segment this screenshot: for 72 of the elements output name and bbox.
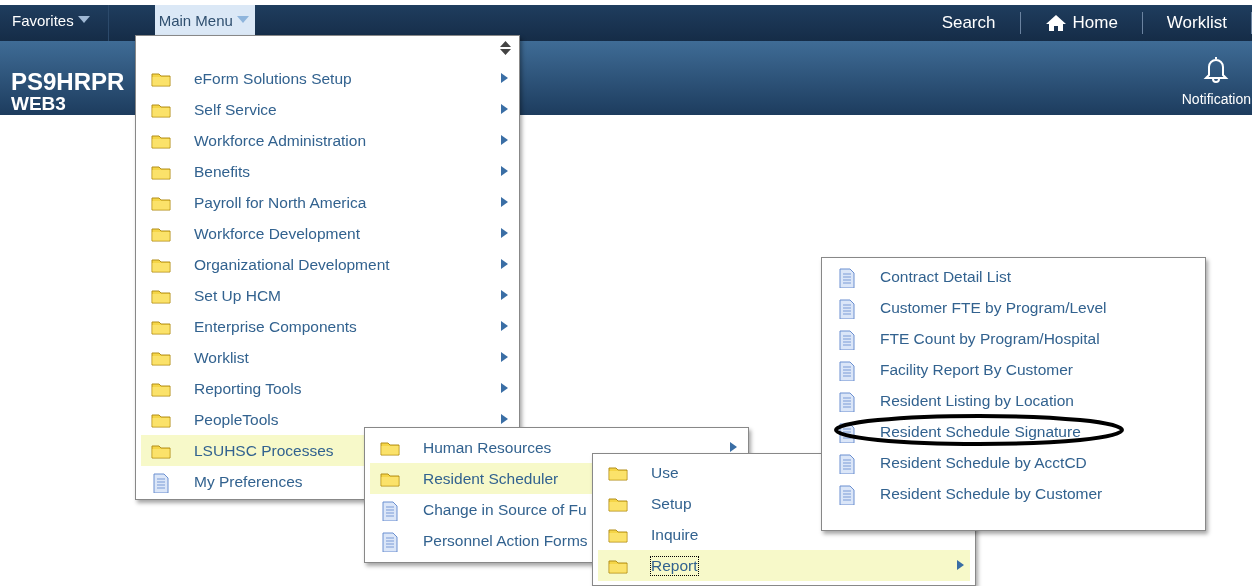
menu-item-label: FTE Count by Program/Hospital: [880, 329, 1100, 348]
caret-icon: [236, 16, 249, 24]
nav-link[interactable]: Home: [1019, 12, 1142, 34]
menu-item-label: Setup: [651, 494, 692, 513]
menu-item[interactable]: Self Service: [141, 94, 514, 125]
notification-label[interactable]: Notification: [1181, 91, 1251, 107]
menu-dropdown-button[interactable]: Main Menu: [154, 5, 255, 35]
menu-item-label: Reporting Tools: [194, 379, 302, 398]
caret-icon: [77, 16, 90, 24]
menu-item[interactable]: Resident Listing by Location: [827, 385, 1200, 416]
system-title: PS9HRPR: [11, 70, 125, 94]
menu-item-label: Enterprise Components: [194, 317, 357, 336]
document-icon: [837, 358, 857, 381]
menu-item-label: Organizational Development: [194, 255, 390, 274]
menu-item-label: Contract Detail List: [880, 267, 1011, 286]
menu-item-label: Workforce Development: [194, 224, 360, 243]
menu-item-label: eForm Solutions Setup: [194, 69, 352, 88]
menu-item-label: Resident Schedule Signature: [880, 422, 1081, 441]
menu-item[interactable]: Resident Schedule by AcctCD: [827, 447, 1200, 478]
menu-item-label: Use: [651, 463, 679, 482]
system-subtitle: WEB3: [11, 94, 67, 113]
menu-item[interactable]: Report: [598, 550, 970, 581]
document-icon: [380, 529, 400, 552]
menu-item[interactable]: Contract Detail List: [827, 261, 1200, 292]
menu-item-label: PeopleTools: [194, 410, 279, 429]
menu-item[interactable]: PeopleTools: [141, 404, 514, 435]
menu-item[interactable]: Organizational Development: [141, 249, 514, 280]
document-icon: [837, 482, 857, 505]
document-icon: [837, 265, 857, 288]
menu-item-label: Worklist: [194, 348, 249, 367]
nav-link[interactable]: Search: [917, 12, 1020, 34]
menu-item[interactable]: Customer FTE by Program/Level: [827, 292, 1200, 323]
menu-item-label: Resident Listing by Location: [880, 391, 1074, 410]
menu-item[interactable]: Worklist: [141, 342, 514, 373]
menu-item[interactable]: eForm Solutions Setup: [141, 63, 514, 94]
menu-item-label: Resident Scheduler: [423, 469, 559, 488]
menu-item[interactable]: Resident Schedule by Customer: [827, 478, 1200, 509]
menu-item-label: Inquire: [651, 525, 699, 544]
menu-item-label: Benefits: [194, 162, 250, 181]
menu-item[interactable]: Workforce Development: [141, 218, 514, 249]
menu-item-label: Workforce Administration: [194, 131, 366, 150]
document-icon: [837, 451, 857, 474]
menu-item[interactable]: Enterprise Components: [141, 311, 514, 342]
menu-item-label: Resident Schedule by AcctCD: [880, 453, 1087, 472]
menu-item[interactable]: Reporting Tools: [141, 373, 514, 404]
menu-item-label: Facility Report By Customer: [880, 360, 1073, 379]
menu-item[interactable]: Facility Report By Customer: [827, 354, 1200, 385]
menu-item[interactable]: Workforce Administration: [141, 125, 514, 156]
document-icon: [837, 296, 857, 319]
menu-item[interactable]: FTE Count by Program/Hospital: [827, 323, 1200, 354]
menu-item-label: Set Up HCM: [194, 286, 281, 305]
document-icon: [151, 470, 171, 493]
menu-item[interactable]: Benefits: [141, 156, 514, 187]
menu-item-label: Resident Schedule by Customer: [880, 484, 1103, 503]
menu-item[interactable]: Set Up HCM: [141, 280, 514, 311]
document-icon: [380, 498, 400, 521]
document-icon: [837, 327, 857, 350]
menu-item[interactable]: Resident Schedule Signature: [827, 416, 1200, 447]
bell-icon[interactable]: [1203, 55, 1230, 83]
menu-item-label: Change in Source of Fu: [423, 500, 587, 519]
menu-item[interactable]: Inquire: [598, 519, 970, 550]
menu-item-label: Payroll for North America: [194, 193, 367, 212]
menu-item-label: LSUHSC Processes: [194, 441, 334, 460]
scroll-arrows-icon[interactable]: [500, 41, 511, 55]
menu-item-label: Report: [651, 556, 698, 575]
menu-item-label: My Preferences: [194, 472, 303, 491]
menu-item-label: Customer FTE by Program/Level: [880, 298, 1107, 317]
menu-item-label: Personnel Action Forms: [423, 531, 588, 550]
menu-item-label: Self Service: [194, 100, 277, 119]
document-icon: [837, 389, 857, 412]
home-icon: [1044, 14, 1067, 32]
menu-item[interactable]: Payroll for North America: [141, 187, 514, 218]
